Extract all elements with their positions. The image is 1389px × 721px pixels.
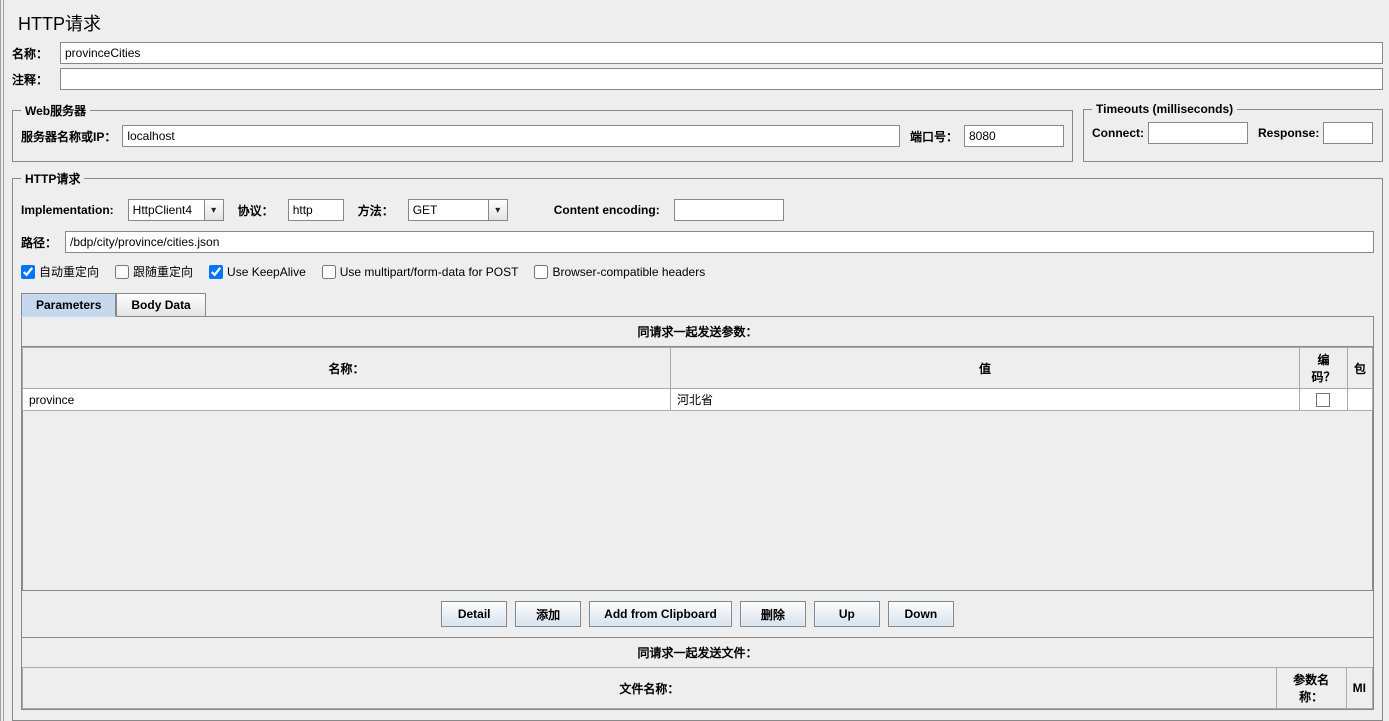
delete-button[interactable]: 删除 — [740, 601, 806, 627]
server-label: 服务器名称或IP： — [21, 128, 116, 145]
cell-include[interactable] — [1347, 389, 1372, 411]
add-button[interactable]: 添加 — [515, 601, 581, 627]
protocol-label: 协议： — [238, 202, 274, 219]
method-value[interactable] — [408, 199, 488, 221]
path-label: 路径： — [21, 234, 65, 251]
encoding-label: Content encoding: — [554, 203, 660, 217]
add-clipboard-button[interactable]: Add from Clipboard — [589, 601, 732, 627]
timeouts-legend: Timeouts (milliseconds) — [1092, 102, 1237, 116]
table-row[interactable]: province 河北省 — [23, 389, 1373, 411]
name-label: 名称： — [12, 45, 60, 62]
cell-encode[interactable] — [1299, 389, 1347, 411]
chevron-down-icon[interactable] — [488, 199, 508, 221]
port-label: 端口号： — [910, 128, 958, 145]
server-input[interactable] — [122, 125, 900, 147]
name-input[interactable] — [60, 42, 1383, 64]
cell-value[interactable]: 河北省 — [671, 389, 1300, 411]
method-select[interactable] — [408, 199, 508, 221]
request-legend: HTTP请求 — [21, 170, 84, 187]
col-paramname[interactable]: 参数名称： — [1276, 668, 1346, 709]
connect-label: Connect: — [1092, 126, 1144, 140]
port-input[interactable] — [964, 125, 1064, 147]
files-title: 同请求一起发送文件： — [22, 637, 1373, 667]
impl-select[interactable] — [128, 199, 224, 221]
col-encode[interactable]: 编码？ — [1299, 348, 1347, 389]
tab-body-data[interactable]: Body Data — [116, 293, 205, 317]
detail-button[interactable]: Detail — [441, 601, 507, 627]
col-filename[interactable]: 文件名称： — [23, 668, 1277, 709]
col-name[interactable]: 名称： — [23, 348, 671, 389]
col-mime[interactable]: MI — [1346, 668, 1372, 709]
files-table[interactable]: 文件名称： 参数名称： MI — [22, 667, 1373, 709]
keepalive-checkbox[interactable]: Use KeepAlive — [209, 265, 306, 279]
webserver-legend: Web服务器 — [21, 102, 90, 119]
path-input[interactable] — [65, 231, 1374, 253]
col-include[interactable]: 包 — [1347, 348, 1372, 389]
method-label: 方法： — [358, 202, 394, 219]
tab-parameters[interactable]: Parameters — [21, 293, 116, 317]
response-label: Response: — [1258, 126, 1319, 140]
connect-input[interactable] — [1148, 122, 1248, 144]
follow-redirect-checkbox[interactable]: 跟随重定向 — [115, 263, 193, 280]
down-button[interactable]: Down — [888, 601, 954, 627]
impl-label: Implementation: — [21, 203, 114, 217]
auto-redirect-checkbox[interactable]: 自动重定向 — [21, 263, 99, 280]
browser-compat-checkbox[interactable]: Browser-compatible headers — [534, 265, 705, 279]
params-table[interactable]: 名称： 值 编码？ 包 province 河北省 — [22, 347, 1373, 411]
up-button[interactable]: Up — [814, 601, 880, 627]
params-table-empty-area[interactable] — [22, 411, 1373, 591]
parameters-panel: 同请求一起发送参数： 名称： 值 编码？ 包 province — [21, 316, 1374, 710]
col-value[interactable]: 值 — [671, 348, 1300, 389]
comment-input[interactable] — [60, 68, 1383, 90]
response-input[interactable] — [1323, 122, 1373, 144]
chevron-down-icon[interactable] — [204, 199, 224, 221]
comment-label: 注释： — [12, 71, 60, 88]
cell-name[interactable]: province — [23, 389, 671, 411]
params-title: 同请求一起发送参数： — [22, 317, 1373, 346]
page-title: HTTP请求 — [12, 2, 1383, 42]
multipart-checkbox[interactable]: Use multipart/form-data for POST — [322, 265, 519, 279]
protocol-input[interactable] — [288, 199, 344, 221]
impl-value[interactable] — [128, 199, 204, 221]
encoding-input[interactable] — [674, 199, 784, 221]
